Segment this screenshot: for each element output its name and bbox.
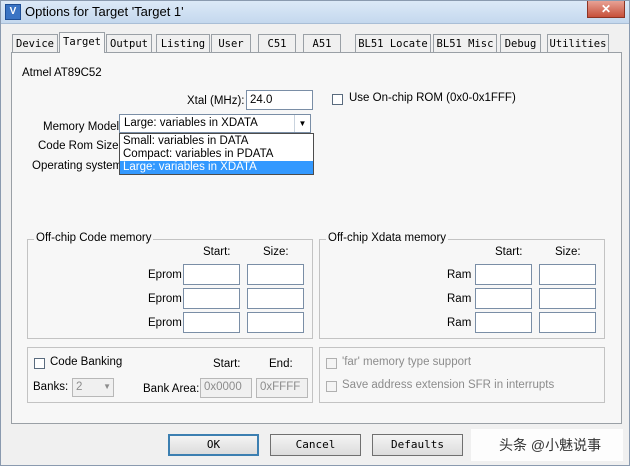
tab-c51[interactable]: C51 [258,34,296,52]
chevron-down-icon: ▼ [103,382,111,391]
tab-debug[interactable]: Debug [500,34,541,52]
eprom-size-input[interactable] [247,288,304,309]
bank-area-end-input[interactable]: 0xFFFF [256,378,308,398]
bank-area-start-input[interactable]: 0x0000 [200,378,252,398]
memory-model-value: Large: variables in XDATA [124,117,258,129]
xtal-input[interactable]: 24.0 [246,90,313,110]
dropdown-option-small[interactable]: Small: variables in DATA [120,135,313,148]
banks-label: Banks: [33,381,69,393]
offchip-xdata-size-header: Size: [555,246,581,258]
ram-start-input[interactable] [475,312,532,333]
ram-start-input[interactable] [475,288,532,309]
offchip-code-size-header: Size: [263,246,289,258]
ram-size-input[interactable] [539,312,596,333]
offchip-xdata-start-header: Start: [495,246,523,258]
tab-listing[interactable]: Listing [156,34,210,52]
operating-system-label: Operating system: [32,160,126,172]
bank-start-header: Start: [213,358,241,370]
ram-size-input[interactable] [539,264,596,285]
code-rom-size-label: Code Rom Size: [38,140,122,152]
xtal-label: Xtal (MHz): [187,95,245,107]
tab-target[interactable]: Target [59,32,105,53]
far-memory-checkbox[interactable] [326,358,337,369]
ram-label: Ram [447,293,472,305]
eprom-label: Eprom [148,269,182,281]
offchip-xdata-title: Off-chip Xdata memory [326,232,449,244]
ram-start-input[interactable] [475,264,532,285]
watermark: 头条 @小魅说事 [471,429,623,461]
offchip-code-start-header: Start: [203,246,231,258]
save-sfr-checkbox[interactable] [326,381,337,392]
save-sfr-label: Save address extension SFR in interrupts [342,379,555,391]
tab-a51[interactable]: A51 [303,34,341,52]
dropdown-option-large[interactable]: Large: variables in XDATA [120,161,313,174]
banks-select[interactable]: 2 ▼ [72,378,114,397]
title-bar: V Options for Target 'Target 1' ✕ [1,1,629,24]
far-memory-label: 'far' memory type support [342,356,472,368]
tab-utilities[interactable]: Utilities [547,34,609,52]
eprom-start-input[interactable] [183,264,240,285]
memory-model-dropdown: Small: variables in DATA Compact: variab… [119,133,314,175]
app-icon: V [5,4,21,20]
onchip-rom-label: Use On-chip ROM (0x0-0x1FFF) [349,92,516,104]
eprom-size-input[interactable] [247,312,304,333]
close-button[interactable]: ✕ [587,1,625,18]
memory-model-select[interactable]: Large: variables in XDATA ▼ [119,114,311,133]
bank-area-label: Bank Area: [143,383,200,395]
defaults-button[interactable]: Defaults [372,434,463,456]
tab-output[interactable]: Output [106,34,152,52]
ram-label: Ram [447,317,472,329]
tab-device[interactable]: Device [12,34,58,52]
options-dialog: V Options for Target 'Target 1' ✕ Device… [0,0,630,466]
ram-size-input[interactable] [539,288,596,309]
window-title: Options for Target 'Target 1' [25,4,184,19]
banks-value: 2 [76,381,83,393]
ok-button[interactable]: OK [168,434,259,456]
device-name: Atmel AT89C52 [22,67,102,79]
memory-model-label: Memory Model: [43,121,123,133]
tab-bl51-locate[interactable]: BL51 Locate [355,34,431,52]
onchip-rom-checkbox[interactable] [332,94,343,105]
eprom-start-input[interactable] [183,312,240,333]
eprom-label: Eprom [148,317,182,329]
eprom-label: Eprom [148,293,182,305]
eprom-start-input[interactable] [183,288,240,309]
code-banking-checkbox[interactable] [34,358,45,369]
offchip-code-title: Off-chip Code memory [34,232,154,244]
tab-user[interactable]: User [211,34,251,52]
ram-label: Ram [447,269,472,281]
dropdown-option-compact[interactable]: Compact: variables in PDATA [120,148,313,161]
chevron-down-icon[interactable]: ▼ [294,115,310,132]
code-banking-label: Code Banking [50,356,123,368]
cancel-button[interactable]: Cancel [270,434,361,456]
eprom-size-input[interactable] [247,264,304,285]
tab-bl51-misc[interactable]: BL51 Misc [433,34,497,52]
bank-end-header: End: [269,358,293,370]
